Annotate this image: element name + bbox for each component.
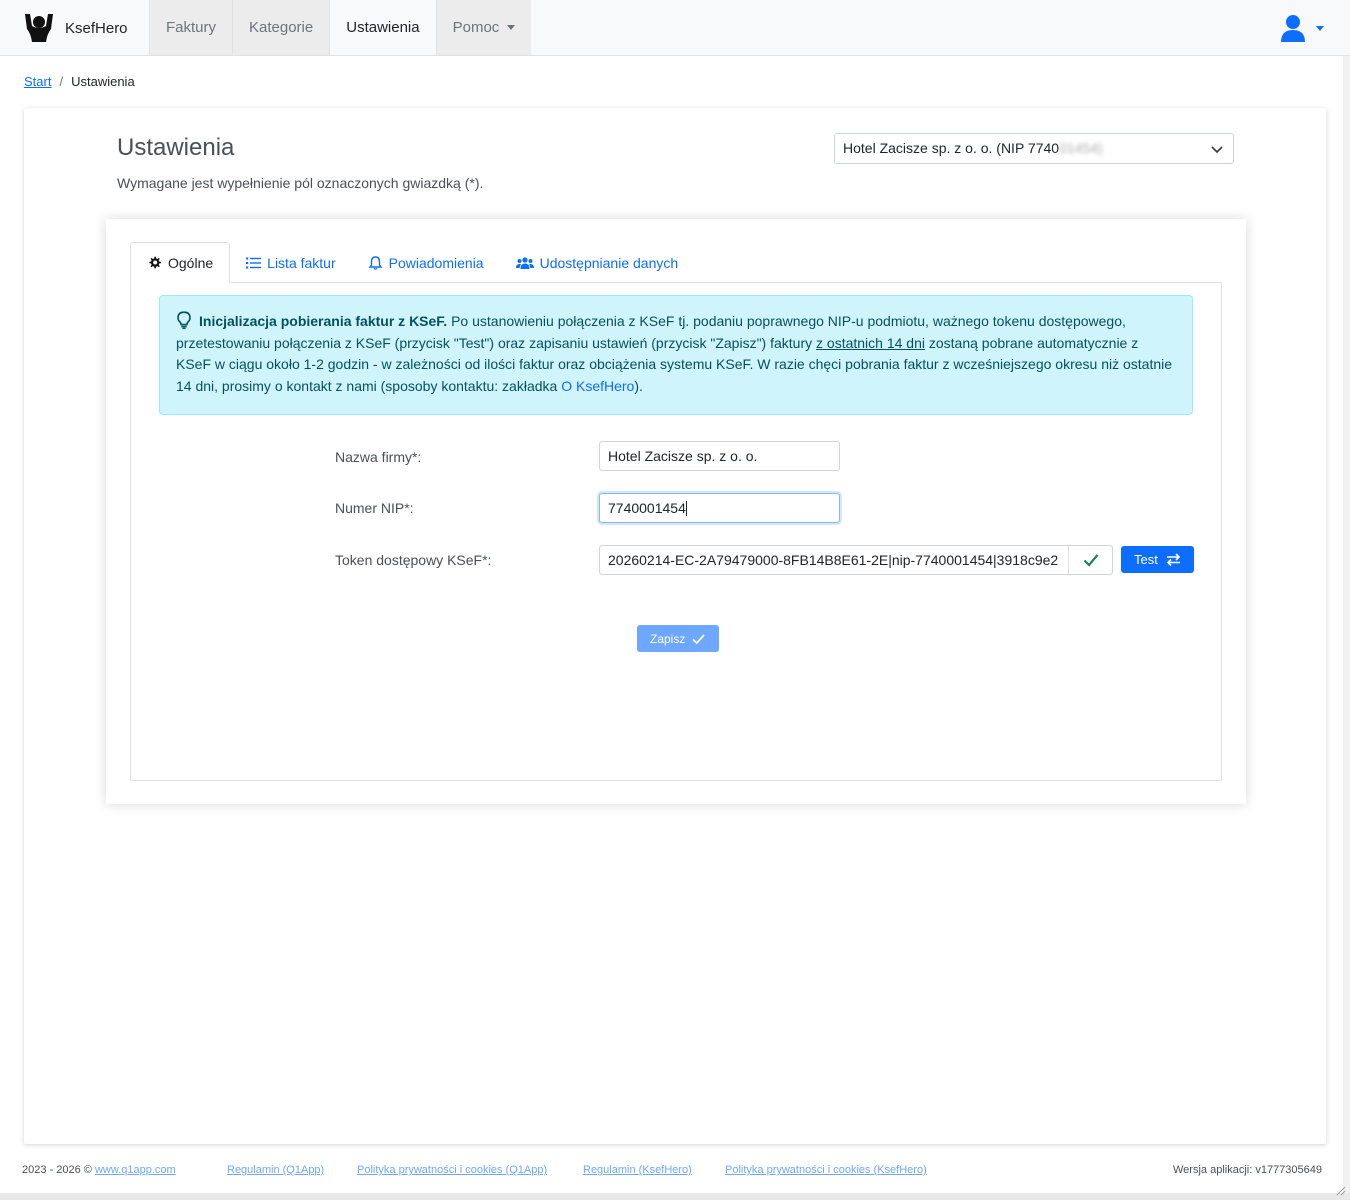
nav-kategorie[interactable]: Kategorie bbox=[232, 0, 330, 55]
settings-card: Ustawienia Wymagane jest wypełnienie pól… bbox=[24, 108, 1326, 1144]
text-cursor bbox=[685, 501, 687, 516]
chevron-down-icon bbox=[1211, 146, 1223, 154]
vertical-scrollbar[interactable] bbox=[1343, 56, 1350, 1200]
app-version: Wersja aplikacji: v1777305649 bbox=[1173, 1164, 1322, 1176]
test-button-label: Test bbox=[1134, 552, 1158, 567]
tab-udostepnianie[interactable]: Udostępnianie danych bbox=[500, 242, 695, 283]
tab-udostepnianie-label: Udostępnianie danych bbox=[539, 254, 679, 271]
privacy-q1app-link[interactable]: Polityka prywatności i cookies (Q1App) bbox=[357, 1164, 547, 1176]
navbar: KsefHero Faktury Kategorie Ustawienia Po… bbox=[0, 0, 1350, 56]
alert-highlight: z ostatnich 14 dni bbox=[816, 334, 925, 351]
page-title: Ustawienia bbox=[117, 134, 235, 161]
nav-faktury-label: Faktury bbox=[166, 19, 217, 36]
token-status bbox=[1068, 545, 1113, 575]
info-alert: Inicjalizacja pobierania faktur z KSeF. … bbox=[159, 295, 1193, 415]
nip-label: Numer NIP*: bbox=[335, 500, 414, 516]
bell-icon bbox=[368, 255, 383, 270]
breadcrumb-start[interactable]: Start bbox=[24, 74, 51, 89]
breadcrumb-separator: / bbox=[59, 74, 64, 89]
company-select[interactable]: Hotel Zacisze sp. z o. o. (NIP 774001454… bbox=[834, 133, 1234, 164]
footer-copyright: 2023 - 2026 © www.q1app.com bbox=[22, 1164, 176, 1176]
nav-pomoc[interactable]: Pomoc bbox=[435, 0, 532, 55]
about-ksefhero-link[interactable]: O KsefHero bbox=[561, 378, 634, 394]
breadcrumb-current: Ustawienia bbox=[71, 74, 135, 89]
nav-ustawienia-label: Ustawienia bbox=[346, 19, 420, 36]
company-name-label: Nazwa firmy*: bbox=[335, 449, 422, 465]
tab-lista-faktur[interactable]: Lista faktur bbox=[230, 242, 351, 283]
tab-powiadomienia[interactable]: Powiadomienia bbox=[352, 242, 500, 283]
settings-panel: Ogólne Lista faktur Powiadomienia Udostę… bbox=[106, 219, 1246, 804]
users-icon bbox=[515, 256, 534, 269]
required-note: Wymagane jest wypełnienie pól oznaczonyc… bbox=[117, 175, 484, 191]
check-icon bbox=[692, 633, 706, 644]
settings-tabs: Ogólne Lista faktur Powiadomienia Udostę… bbox=[130, 242, 694, 283]
copyright-text: 2023 - 2026 © bbox=[22, 1164, 92, 1176]
test-button[interactable]: Test bbox=[1121, 546, 1194, 573]
tab-pane-ogolne: Inicjalizacja pobierania faktur z KSeF. … bbox=[130, 282, 1222, 781]
footer: 2023 - 2026 © www.q1app.com Regulamin (Q… bbox=[0, 1150, 1350, 1190]
company-select-value: Hotel Zacisze sp. z o. o. (NIP 7740 bbox=[843, 140, 1060, 156]
alert-text-3: ). bbox=[634, 377, 643, 394]
gear-icon bbox=[149, 256, 161, 268]
nip-input[interactable]: 7740001454 bbox=[599, 493, 840, 523]
nav-pomoc-label: Pomoc bbox=[452, 19, 500, 36]
regulamin-q1app-link[interactable]: Regulamin (Q1App) bbox=[227, 1164, 324, 1176]
alert-title: Inicjalizacja pobierania faktur z KSeF. bbox=[199, 313, 448, 329]
tab-ogolne[interactable]: Ogólne bbox=[130, 242, 231, 283]
list-icon bbox=[246, 257, 262, 268]
regulamin-ksefhero-link[interactable]: Regulamin (KsefHero) bbox=[583, 1164, 692, 1176]
q1app-link[interactable]: www.q1app.com bbox=[95, 1164, 176, 1176]
nav-kategorie-label: Kategorie bbox=[249, 19, 314, 36]
token-label: Token dostępowy KSeF*: bbox=[335, 552, 492, 568]
tab-ogolne-label: Ogólne bbox=[168, 254, 214, 271]
privacy-ksefhero-link[interactable]: Polityka prywatności i cookies (KsefHero… bbox=[725, 1164, 927, 1176]
main-nav: Faktury Kategorie Ustawienia Pomoc bbox=[149, 0, 532, 55]
check-icon bbox=[1083, 554, 1098, 567]
tab-powiadomienia-label: Powiadomienia bbox=[388, 254, 484, 271]
brand-name: KsefHero bbox=[65, 19, 128, 37]
lightbulb-icon bbox=[177, 311, 191, 329]
save-button[interactable]: Zapisz bbox=[637, 625, 720, 652]
user-menu[interactable] bbox=[1280, 12, 1330, 44]
user-icon bbox=[1281, 15, 1305, 42]
token-input[interactable]: 20260214-EC-2A79479000-8FB14B8E61-2E|nip… bbox=[599, 545, 1069, 575]
nav-faktury[interactable]: Faktury bbox=[149, 0, 233, 55]
hero-logo-icon bbox=[25, 14, 53, 42]
company-name-input[interactable]: Hotel Zacisze sp. z o. o. bbox=[599, 441, 840, 471]
nav-ustawienia[interactable]: Ustawienia bbox=[329, 0, 436, 55]
caret-down-icon bbox=[1316, 25, 1324, 31]
resize-grip-icon[interactable] bbox=[1334, 1184, 1346, 1196]
arrows-exchange-icon bbox=[1166, 553, 1180, 566]
breadcrumb: Start / Ustawienia bbox=[24, 74, 135, 89]
tab-lista-faktur-label: Lista faktur bbox=[267, 254, 336, 271]
brand[interactable]: KsefHero bbox=[22, 10, 128, 46]
horizontal-scrollbar[interactable] bbox=[0, 1193, 1350, 1200]
nip-value: 7740001454 bbox=[608, 500, 686, 516]
company-select-value-blurred: 01454) bbox=[1059, 140, 1103, 156]
save-button-label: Zapisz bbox=[650, 631, 686, 646]
caret-down-icon bbox=[507, 25, 516, 30]
